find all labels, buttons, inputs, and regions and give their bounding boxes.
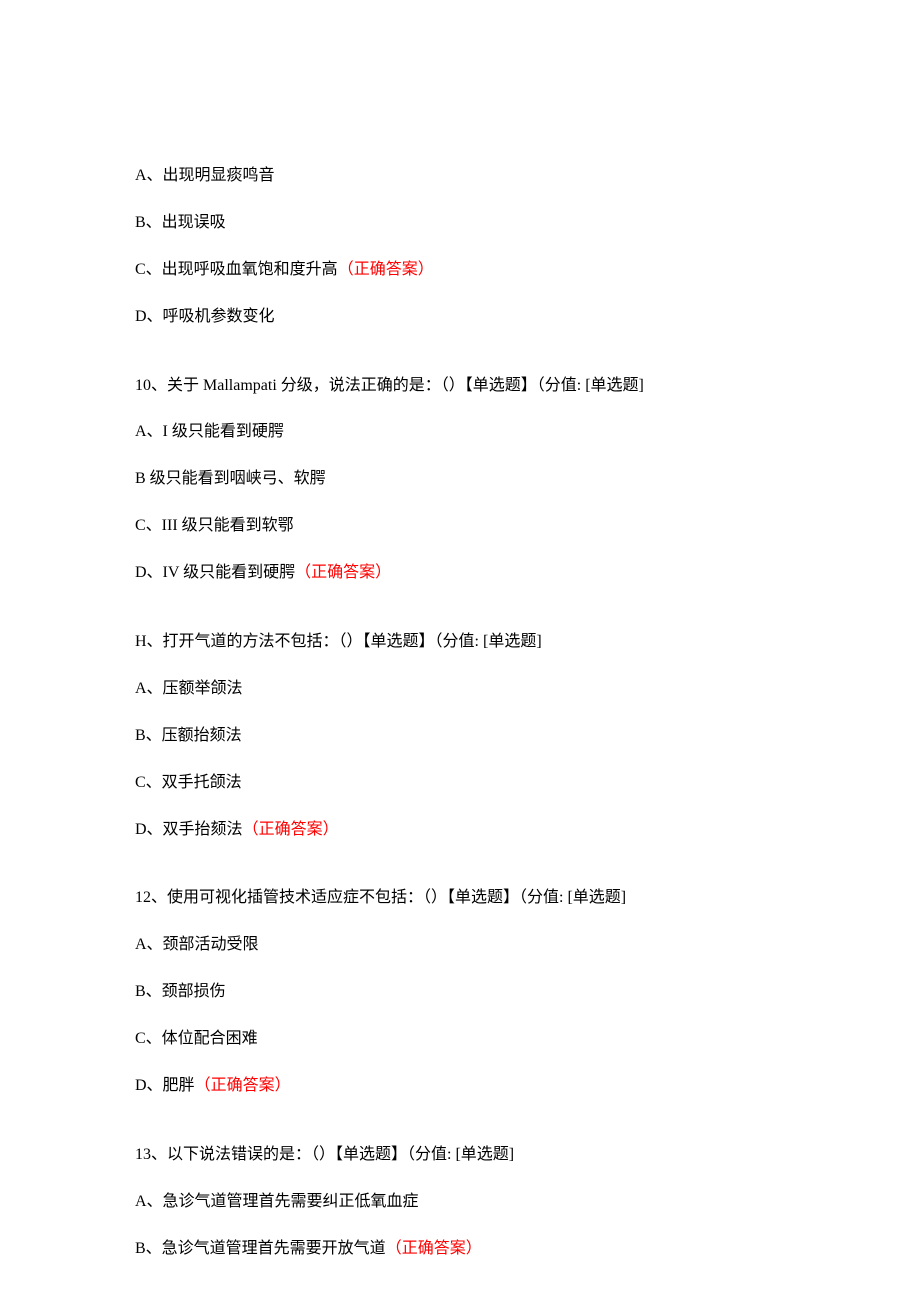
- correct-answer-label: （正确答案）: [338, 261, 434, 278]
- option-text: D、IV 级只能看到硬腭: [135, 564, 295, 581]
- question-stem: H、打开气道的方法不包括：（）【单选题】（分值: [单选题]: [135, 631, 790, 653]
- option-line: D、肥胖（正确答案）: [135, 1075, 790, 1097]
- option-line: A、出现明显痰鸣音: [135, 165, 790, 187]
- correct-answer-label: （正确答案）: [195, 1077, 291, 1094]
- option-line: A、颈部活动受限: [135, 934, 790, 956]
- option-line: D、呼吸机参数变化: [135, 306, 790, 328]
- question-stem: 12、使用可视化插管技术适应症不包括：（）【单选题】（分值: [单选题]: [135, 887, 790, 909]
- option-line: B、颈部损伤: [135, 981, 790, 1003]
- gap: [135, 1122, 790, 1144]
- option-line: B、压额抬颏法: [135, 725, 790, 747]
- option-text: D、双手抬颏法: [135, 821, 243, 838]
- option-text: D、呼吸机参数变化: [135, 308, 275, 325]
- correct-answer-label: （正确答案）: [295, 564, 391, 581]
- option-text: C、III 级只能看到软鄂: [135, 517, 294, 534]
- option-line: A、I 级只能看到硬腭: [135, 421, 790, 443]
- option-line: D、IV 级只能看到硬腭（正确答案）: [135, 562, 790, 584]
- option-line: C、体位配合困难: [135, 1028, 790, 1050]
- option-text: B、颈部损伤: [135, 983, 226, 1000]
- correct-answer-label: （正确答案）: [243, 821, 339, 838]
- option-text: A、I 级只能看到硬腭: [135, 423, 284, 440]
- document-page: A、出现明显痰鸣音 B、出现误吸 C、出现呼吸血氧饱和度升高（正确答案） D、呼…: [0, 0, 920, 1260]
- option-text: B、压额抬颏法: [135, 727, 242, 744]
- gap: [135, 865, 790, 887]
- stem-text: 10、关于 Mallampati 分级，说法正确的是：（）【单选题】（分值: […: [135, 377, 644, 394]
- option-line: C、III 级只能看到软鄂: [135, 515, 790, 537]
- stem-text: 12、使用可视化插管技术适应症不包括：（）【单选题】（分值: [单选题]: [135, 889, 626, 906]
- option-text: A、急诊气道管理首先需要纠正低氧血症: [135, 1193, 419, 1210]
- option-text: B、出现误吸: [135, 214, 226, 231]
- option-text: C、出现呼吸血氧饱和度升高: [135, 261, 338, 278]
- option-line: B、出现误吸: [135, 212, 790, 234]
- option-text: B 级只能看到咽峡弓、软腭: [135, 470, 326, 487]
- option-text: C、双手托颌法: [135, 774, 242, 791]
- option-line: B 级只能看到咽峡弓、软腭: [135, 468, 790, 490]
- option-line: D、双手抬颏法（正确答案）: [135, 819, 790, 841]
- option-text: A、颈部活动受限: [135, 936, 259, 953]
- option-text: C、体位配合困难: [135, 1030, 258, 1047]
- option-line: A、压额举颌法: [135, 678, 790, 700]
- option-text: A、出现明显痰鸣音: [135, 167, 275, 184]
- option-line: B、急诊气道管理首先需要开放气道（正确答案）: [135, 1238, 790, 1260]
- option-text: B、急诊气道管理首先需要开放气道: [135, 1240, 386, 1257]
- stem-text: 13、以下说法错误的是：（）【单选题】（分值: [单选题]: [135, 1146, 514, 1163]
- stem-text: H、打开气道的方法不包括：（）【单选题】（分值: [单选题]: [135, 633, 542, 650]
- option-text: D、肥胖: [135, 1077, 195, 1094]
- question-stem: 13、以下说法错误的是：（）【单选题】（分值: [单选题]: [135, 1144, 790, 1166]
- option-line: C、出现呼吸血氧饱和度升高（正确答案）: [135, 259, 790, 281]
- correct-answer-label: （正确答案）: [386, 1240, 482, 1257]
- gap: [135, 353, 790, 375]
- option-line: A、急诊气道管理首先需要纠正低氧血症: [135, 1191, 790, 1213]
- gap: [135, 609, 790, 631]
- option-line: C、双手托颌法: [135, 772, 790, 794]
- question-stem: 10、关于 Mallampati 分级，说法正确的是：（）【单选题】（分值: […: [135, 375, 790, 397]
- option-text: A、压额举颌法: [135, 680, 243, 697]
